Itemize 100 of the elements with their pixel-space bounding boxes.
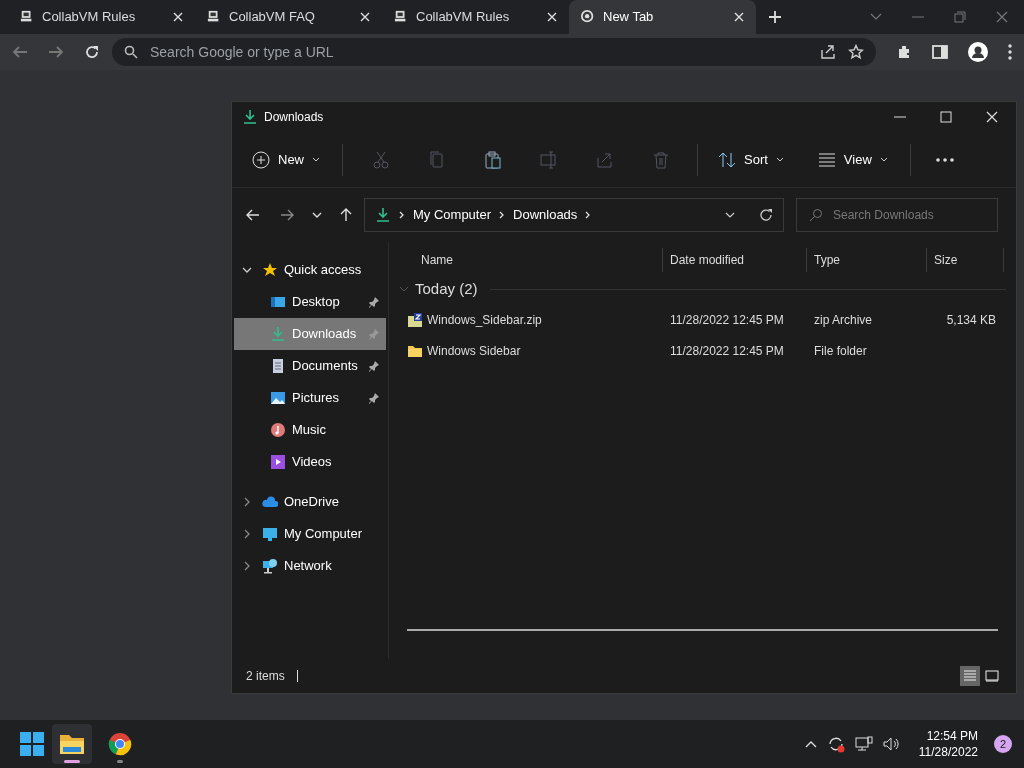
- table-cell-text: 5,134 KB: [945, 311, 996, 329]
- caret-icon: [775, 156, 784, 163]
- search-icon: [809, 208, 823, 222]
- extensions-icon[interactable]: [896, 44, 912, 60]
- maximize-icon[interactable]: [940, 111, 952, 123]
- search-input[interactable]: Search Downloads: [833, 206, 983, 224]
- forward-icon[interactable]: [280, 209, 294, 221]
- star-icon: [262, 262, 278, 278]
- window-title: Downloads: [264, 109, 324, 126]
- music-icon: [270, 422, 286, 438]
- file-name[interactable]: Windows_Sidebar.zip: [427, 310, 542, 329]
- globe-icon: [581, 10, 595, 24]
- computer-icon: [394, 10, 408, 24]
- download-icon: [270, 326, 286, 342]
- sort-button[interactable]: Sort: [710, 142, 792, 177]
- sidebar-item[interactable]: Network: [234, 550, 386, 582]
- pin-icon: [368, 296, 380, 308]
- cloud-icon: [262, 494, 278, 510]
- refresh-icon[interactable]: [759, 208, 773, 222]
- clock[interactable]: 12:54 PM 11/28/2022: [918, 728, 978, 760]
- pin-icon: [368, 360, 380, 372]
- network-icon: [262, 558, 278, 574]
- search-field[interactable]: Search Downloads: [796, 198, 998, 232]
- video-icon: [270, 454, 286, 470]
- menu-icon[interactable]: [1008, 44, 1012, 60]
- sort-arrows-icon: [718, 151, 736, 168]
- chevron-right-icon: [242, 529, 252, 539]
- zip-file-icon: [407, 311, 423, 328]
- up-icon[interactable]: [340, 208, 352, 222]
- picture-icon: [270, 390, 286, 406]
- dropdown-icon[interactable]: [725, 212, 735, 218]
- download-icon: [242, 109, 258, 125]
- column-header[interactable]: Date modified: [662, 248, 806, 272]
- chevron-icon: [399, 211, 405, 219]
- sidebar-item[interactable]: Music: [234, 414, 386, 446]
- chevron-icon: [499, 211, 506, 219]
- view-button[interactable]: View: [809, 142, 896, 177]
- plus-circle-icon: [252, 150, 270, 169]
- pin-icon: [368, 392, 380, 404]
- sidebar-item[interactable]: Downloads: [234, 318, 386, 350]
- column-header[interactable]: Size: [926, 248, 1004, 272]
- file-name[interactable]: Windows Sidebar: [427, 341, 521, 360]
- pin-icon: [368, 328, 380, 340]
- sidebar-item[interactable]: OneDrive: [234, 486, 386, 518]
- horizontal-scrollbar[interactable]: [407, 629, 998, 631]
- restore-icon[interactable]: [954, 11, 966, 23]
- notification-badge[interactable]: 2: [994, 735, 1012, 753]
- table-cell-text: zip Archive: [813, 311, 874, 329]
- table-cell-text: 11/28/2022 12:45 PM: [669, 342, 785, 360]
- table-cell-text: File folder: [813, 342, 868, 360]
- browser-tab[interactable]: New Tab: [569, 0, 756, 34]
- more-icon[interactable]: [935, 157, 954, 162]
- folder-icon: [59, 733, 85, 755]
- new-button[interactable]: New: [244, 142, 328, 177]
- new-tab-icon[interactable]: [768, 10, 782, 24]
- caret-icon: [879, 156, 888, 163]
- computer-icon: [20, 10, 34, 24]
- chrome-icon: [108, 732, 132, 756]
- volume-icon[interactable]: [882, 736, 901, 752]
- download-icon: [375, 207, 391, 223]
- share-icon[interactable]: [820, 44, 836, 60]
- paste-icon[interactable]: [484, 150, 502, 169]
- browser-tab[interactable]: CollabVM FAQ: [195, 0, 382, 34]
- chevron-up-icon[interactable]: [804, 740, 817, 748]
- sidebar-item[interactable]: My Computer: [234, 518, 386, 550]
- network-icon[interactable]: [854, 736, 873, 752]
- address-bar[interactable]: My Computer Downloads: [364, 198, 784, 232]
- sidebar-item[interactable]: Documents: [234, 350, 386, 382]
- column-header[interactable]: Type: [806, 248, 926, 272]
- status-text: 2 items: [246, 668, 285, 685]
- side-panel-icon[interactable]: [932, 44, 948, 60]
- bookmark-star-icon[interactable]: [848, 44, 864, 60]
- breadcrumb-item[interactable]: Downloads: [513, 205, 578, 225]
- list-lines-icon: [817, 152, 836, 167]
- address-bar[interactable]: Search Google or type a URL: [112, 38, 876, 66]
- group-header[interactable]: Today (2): [415, 277, 478, 301]
- tiles-icon: [985, 670, 999, 682]
- windows-start-icon[interactable]: [20, 732, 44, 756]
- sync-icon[interactable]: [826, 735, 845, 753]
- forward-icon[interactable]: [48, 45, 64, 59]
- chevron-down-icon: [242, 265, 252, 275]
- profile-icon[interactable]: [968, 42, 988, 62]
- sidebar-item[interactable]: Videos: [234, 446, 386, 478]
- reload-icon[interactable]: [84, 44, 100, 60]
- file-explorer-taskbar-button[interactable]: [52, 724, 92, 764]
- sidebar-item[interactable]: Desktop: [234, 286, 386, 318]
- desktop-icon: [270, 294, 286, 310]
- details-icon: [963, 670, 977, 682]
- column-header[interactable]: Name: [397, 248, 662, 272]
- chevron-right-icon: [242, 561, 252, 571]
- browser-tab[interactable]: CollabVM Rules: [8, 0, 195, 34]
- sidebar-item[interactable]: Quick access: [234, 254, 386, 286]
- browser-tab[interactable]: CollabVM Rules: [382, 0, 569, 34]
- breadcrumb-item[interactable]: My Computer: [413, 205, 492, 225]
- caret-icon: [312, 156, 320, 163]
- sidebar-item[interactable]: Pictures: [234, 382, 386, 414]
- search-icon: [124, 45, 138, 59]
- recent-dropdown-icon[interactable]: [312, 212, 322, 218]
- table-cell-text: 11/28/2022 12:45 PM: [669, 311, 785, 329]
- tab-search-icon[interactable]: [870, 13, 882, 21]
